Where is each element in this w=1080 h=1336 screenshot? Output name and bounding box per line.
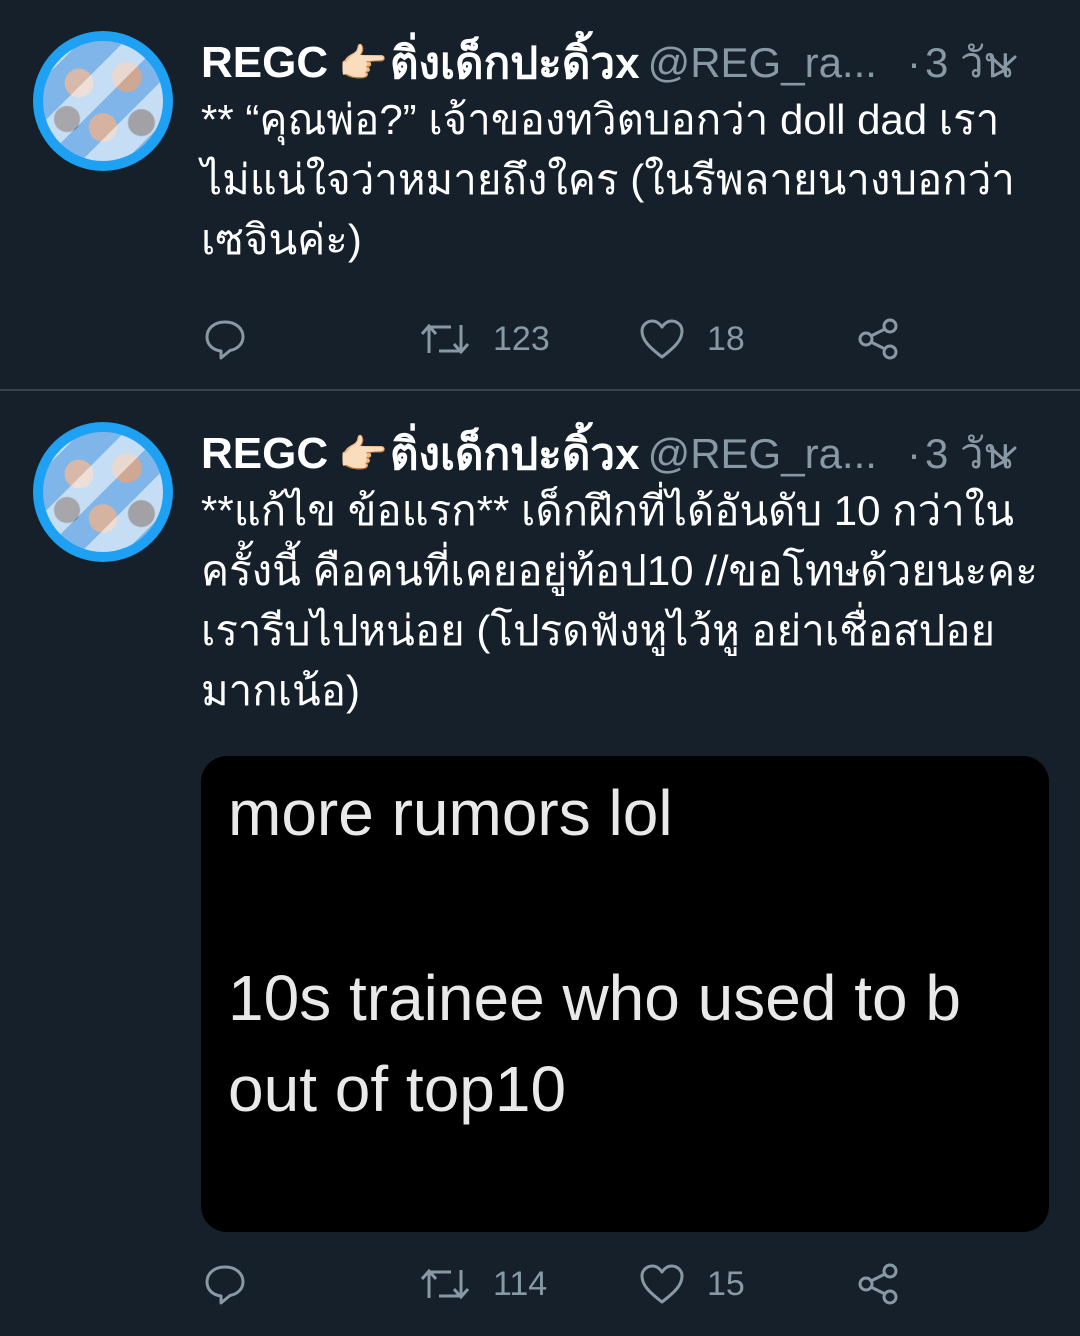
reply-icon: [205, 320, 245, 360]
retweet-count: 123: [493, 319, 550, 358]
reply-button[interactable]: [203, 317, 247, 361]
like-button[interactable]: 15: [639, 1263, 745, 1305]
like-count: 15: [707, 1264, 745, 1303]
chevron-down-icon[interactable]: [988, 53, 1018, 73]
tweet[interactable]: REGC 👉🏻 ติ่งเด็กปะดิ้วx @REG_ra... · 3 ว…: [0, 391, 1080, 1336]
share-icon: [858, 1263, 898, 1305]
tweet[interactable]: REGC 👉🏻 ติ่งเด็กปะดิ้วx @REG_ra... · 3 ว…: [0, 0, 1080, 391]
share-button[interactable]: [857, 1262, 901, 1306]
retweet-icon: [420, 323, 470, 355]
chevron-down-icon[interactable]: [988, 444, 1018, 464]
display-name[interactable]: REGC: [201, 429, 328, 479]
user-handle[interactable]: @REG_ra...: [648, 39, 877, 87]
user-handle[interactable]: @REG_ra...: [648, 430, 877, 478]
like-count: 18: [707, 319, 745, 358]
heart-icon: [640, 1264, 684, 1304]
media-text-line: more rumors lol: [228, 777, 673, 849]
display-name-suffix[interactable]: ติ่งเด็กปะดิ้วx: [390, 28, 640, 98]
share-icon: [858, 318, 898, 360]
tweet-actions: 123 18: [201, 314, 1050, 364]
pointing-hand-emoji: 👉🏻: [338, 432, 388, 477]
share-button[interactable]: [857, 317, 901, 361]
separator-dot: ·: [906, 430, 921, 477]
separator-dot: ·: [906, 39, 921, 86]
display-name[interactable]: REGC: [201, 38, 328, 88]
retweet-button[interactable]: 114: [419, 1262, 547, 1306]
tweet-header: REGC 👉🏻 ติ่งเด็กปะดิ้วx @REG_ra... · 3 ว…: [201, 33, 1050, 93]
tweet-text: ** “คุณพ่อ?” เจ้าของทวิตบอกว่า doll dad …: [201, 96, 1015, 263]
timeline: REGC 👉🏻 ติ่งเด็กปะดิ้วx @REG_ra... · 3 ว…: [0, 0, 1080, 1336]
avatar[interactable]: [33, 31, 173, 171]
pointing-hand-emoji: 👉🏻: [338, 41, 388, 86]
avatar[interactable]: [33, 422, 173, 562]
media-text-line: out of top10: [228, 1053, 567, 1125]
media-text-line: 10s trainee who used to b: [228, 962, 961, 1034]
tweet-text: **แก้ไข ข้อแรก** เด็กฝึกที่ได้อันดับ 10 …: [201, 487, 1038, 714]
tweet-actions: 114 15: [201, 1259, 1050, 1309]
retweet-count: 114: [493, 1264, 548, 1303]
tweet-header: REGC 👉🏻 ติ่งเด็กปะดิ้วx @REG_ra... · 3 ว…: [201, 424, 1050, 484]
like-button[interactable]: 18: [639, 318, 745, 360]
retweet-icon: [420, 1268, 470, 1300]
reply-button[interactable]: [203, 1262, 247, 1306]
tweet-media-image[interactable]: more rumors lol 10s trainee who used to …: [201, 756, 1049, 1232]
display-name-suffix[interactable]: ติ่งเด็กปะดิ้วx: [390, 419, 640, 489]
heart-icon: [640, 319, 684, 359]
retweet-button[interactable]: 123: [419, 317, 550, 361]
reply-icon: [205, 1265, 245, 1305]
